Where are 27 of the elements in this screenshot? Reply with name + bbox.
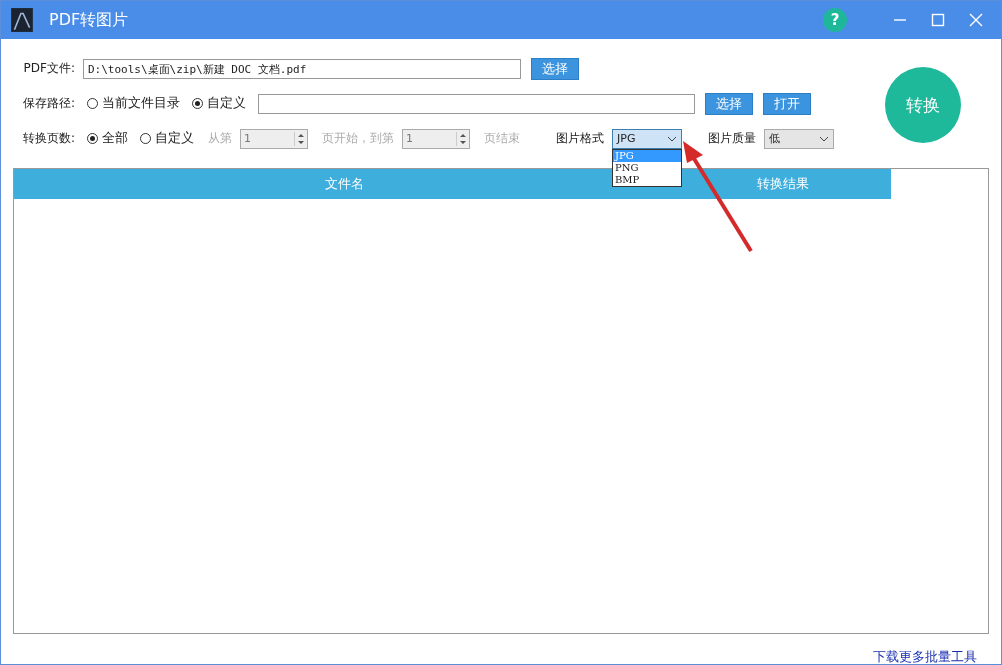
column-header: 文件名	[324, 176, 364, 191]
radio-option[interactable]: 当前文件目录	[87, 95, 180, 112]
close-icon[interactable]	[969, 13, 983, 27]
window-title: PDF转图片	[49, 9, 129, 31]
more-tools-link[interactable]: 下载更多批量工具	[873, 648, 977, 664]
image-quality-label: 图片质量	[708, 130, 756, 147]
from-label: 从第	[208, 130, 232, 147]
spinner-arrows-icon[interactable]	[294, 131, 307, 146]
chevron-down-icon	[667, 135, 677, 142]
spinner-arrows-icon[interactable]	[456, 131, 469, 146]
maximize-icon[interactable]	[931, 13, 945, 27]
to-label: 页开始，到第	[322, 130, 394, 147]
pages-label: 转换页数:	[21, 130, 75, 147]
dropdown-option[interactable]: BMP	[613, 173, 681, 186]
pdf-file-field[interactable]: D:\tools\桌面\zip\新建 DOC 文档.pdf	[83, 58, 521, 79]
save-path-field[interactable]	[258, 93, 695, 114]
end-label: 页结束	[484, 130, 520, 147]
image-format-dropdown[interactable]: JPG	[612, 128, 682, 149]
pdf-logo-icon	[9, 7, 35, 33]
image-quality-dropdown[interactable]: 低	[764, 128, 834, 149]
column-header: 转换结果	[756, 176, 809, 191]
pdf-file-label: PDF文件:	[22, 60, 75, 77]
dropdown-option[interactable]: PNG	[613, 161, 681, 174]
save-path-label: 保存路径:	[21, 95, 75, 112]
image-format-label: 图片格式	[556, 130, 604, 147]
chevron-down-icon	[819, 135, 829, 142]
radio-option[interactable]: 自定义	[192, 95, 246, 112]
